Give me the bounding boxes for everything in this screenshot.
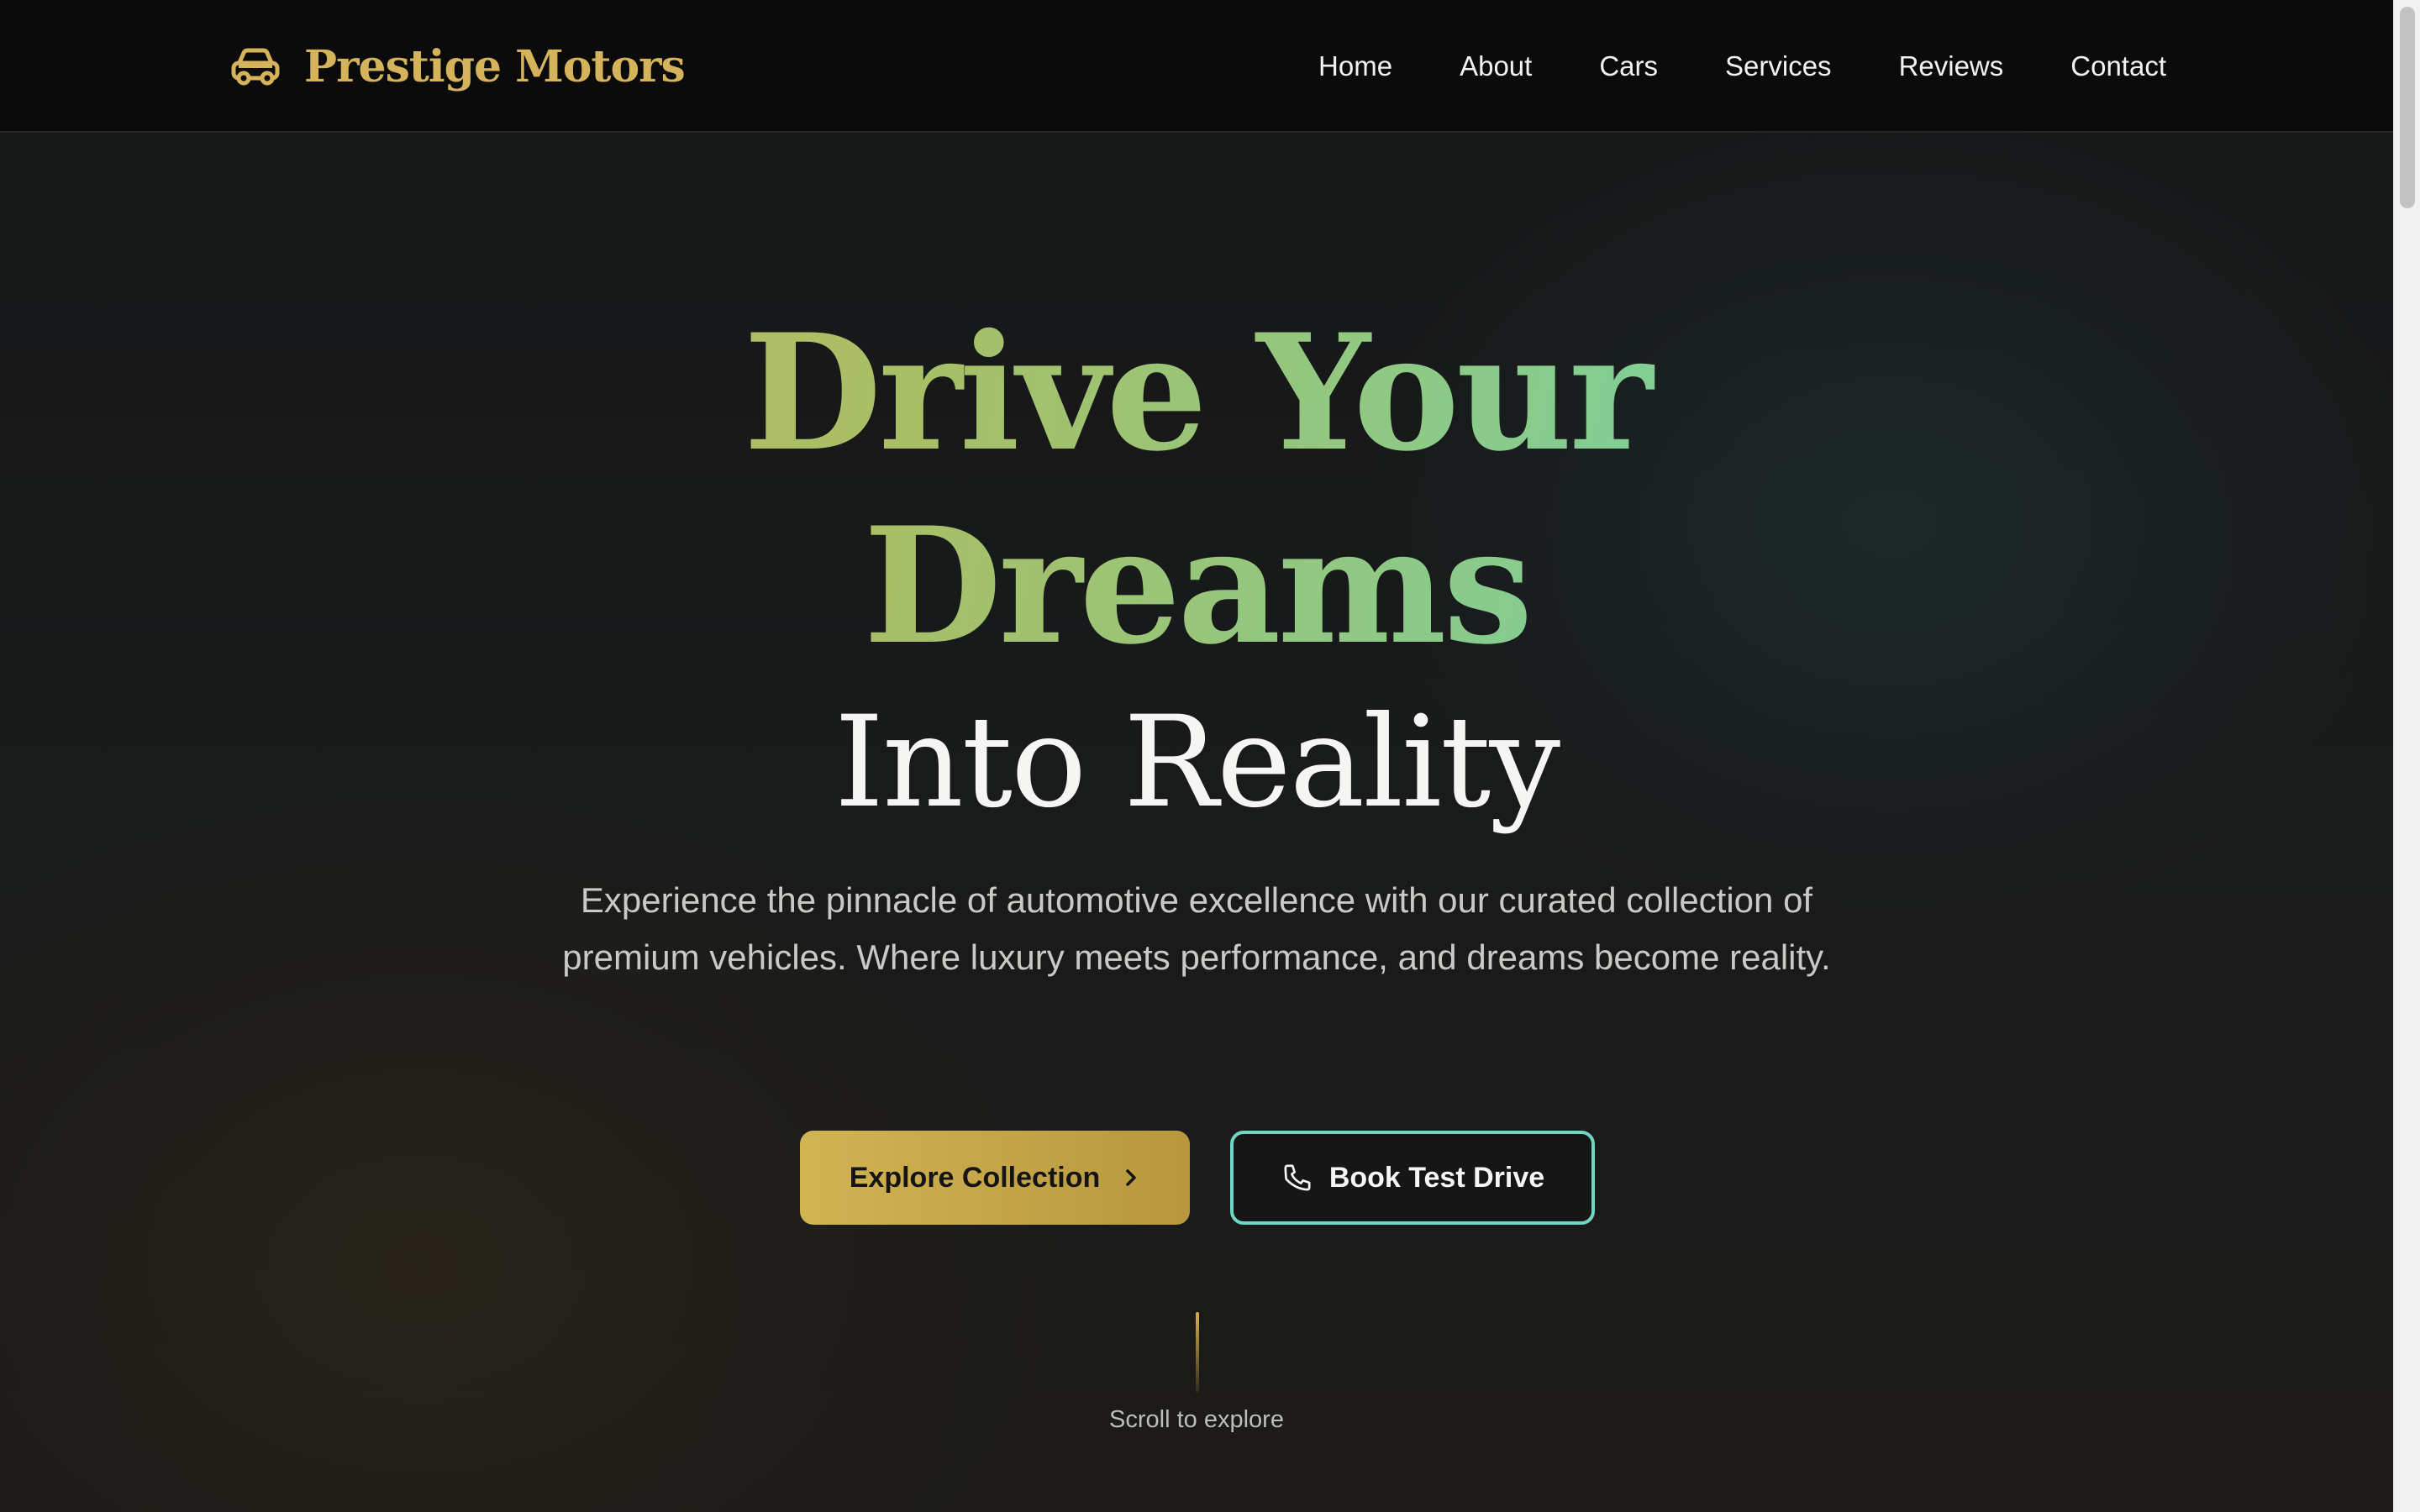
hero-section: Drive Your Dreams Into Reality Experienc… <box>0 133 2393 1512</box>
book-test-drive-label: Book Test Drive <box>1328 1161 1545 1194</box>
brand-logo[interactable]: Prestige Motors <box>230 0 686 133</box>
car-icon <box>230 41 281 92</box>
site-header: Prestige Motors Home About Cars Services… <box>0 0 2393 133</box>
nav-about[interactable]: About <box>1460 50 1532 82</box>
brand-name: Prestige Motors <box>304 40 686 92</box>
nav-reviews[interactable]: Reviews <box>1899 50 2004 82</box>
nav-services[interactable]: Services <box>1725 50 1832 82</box>
main-nav: Home About Cars Services Reviews Contact <box>1251 0 2166 133</box>
explore-collection-label: Explore Collection <box>849 1161 1101 1194</box>
explore-collection-button[interactable]: Explore Collection <box>800 1131 1190 1225</box>
landing-page: Prestige Motors Home About Cars Services… <box>0 0 2393 1512</box>
hero-headline: Drive Your Dreams <box>0 297 2393 683</box>
nav-cars[interactable]: Cars <box>1599 50 1658 82</box>
headline-line-2: Dreams <box>863 492 1530 680</box>
scrollbar-thumb[interactable] <box>2400 7 2415 208</box>
hero-subtitle: Experience the pinnacle of automotive ex… <box>562 880 1831 977</box>
phone-icon <box>1281 1161 1314 1194</box>
headline-line-3: Into Reality <box>834 690 1560 836</box>
chevron-right-icon <box>1122 1167 1140 1189</box>
book-test-drive-button[interactable]: Book Test Drive <box>1230 1131 1595 1225</box>
page-scrollbar[interactable] <box>2393 0 2420 1512</box>
nav-contact[interactable]: Contact <box>2070 50 2166 82</box>
headline-line-1: Drive Your <box>743 299 1650 486</box>
nav-home[interactable]: Home <box>1318 50 1392 82</box>
scroll-hint[interactable]: Scroll to explore <box>0 1406 2393 1434</box>
scroll-indicator-line <box>1196 1312 1199 1393</box>
